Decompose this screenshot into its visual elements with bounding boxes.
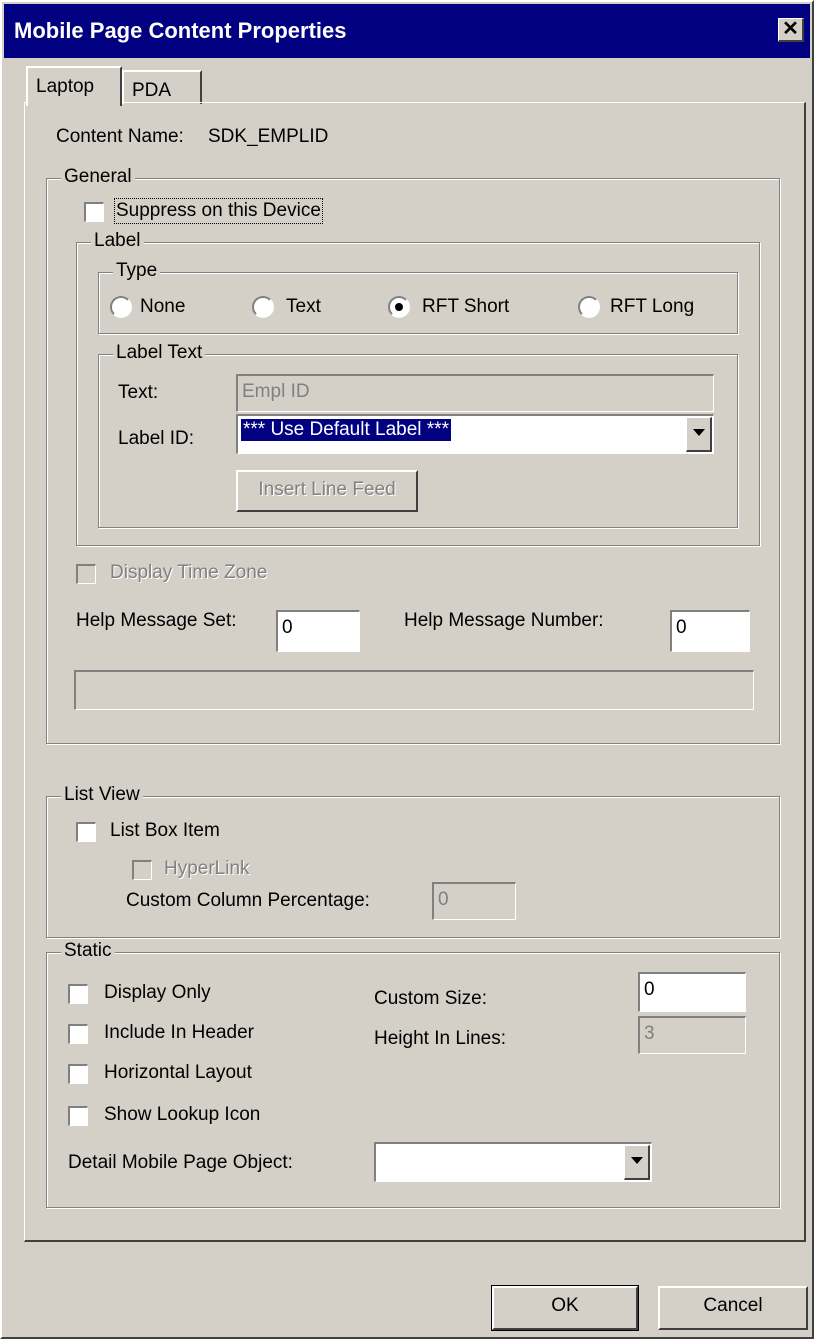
custom-column-percentage-value: 0 xyxy=(438,889,449,910)
help-message-number-label: Help Message Number: xyxy=(404,610,604,631)
list-view-group: List View xyxy=(46,784,780,938)
custom-size-label: Custom Size: xyxy=(374,988,487,1009)
radio-selected-dot xyxy=(395,303,403,311)
radio-text-label: Text xyxy=(286,296,321,317)
static-legend: Static xyxy=(61,940,115,962)
detail-dropdown-button[interactable] xyxy=(624,1145,650,1180)
hyperlink-label: HyperLink xyxy=(164,858,250,879)
display-only-label: Display Only xyxy=(104,982,211,1003)
detail-mobile-page-object-label: Detail Mobile Page Object: xyxy=(68,1152,293,1173)
content-name-value: SDK_EMPLID xyxy=(208,126,329,147)
label-id-dropdown[interactable]: *** Use Default Label *** xyxy=(236,414,714,454)
list-box-item-label: List Box Item xyxy=(110,820,220,841)
horizontal-layout-label: Horizontal Layout xyxy=(104,1062,252,1083)
general-legend: General xyxy=(61,166,135,188)
window-title: Mobile Page Content Properties xyxy=(14,18,347,43)
radio-none[interactable] xyxy=(110,296,132,318)
custom-column-percentage-input: 0 xyxy=(432,882,516,920)
help-message-set-value: 0 xyxy=(282,617,293,638)
text-field: Empl ID xyxy=(236,374,714,412)
ok-label: OK xyxy=(551,1295,579,1316)
cancel-label: Cancel xyxy=(703,1295,763,1316)
insert-line-feed-label: Insert Line Feed xyxy=(258,479,396,500)
radio-none-label: None xyxy=(140,296,186,317)
label-id-label: Label ID: xyxy=(118,428,195,449)
height-in-lines-input: 3 xyxy=(638,1016,746,1054)
chevron-down-icon xyxy=(631,1157,643,1164)
tab-pda-label: PDA xyxy=(132,80,172,101)
label-legend: Label xyxy=(91,230,144,252)
include-in-header-checkbox[interactable] xyxy=(68,1024,88,1044)
include-in-header-label: Include In Header xyxy=(104,1022,254,1043)
cancel-button[interactable]: Cancel xyxy=(658,1286,808,1330)
list-view-legend: List View xyxy=(61,784,143,806)
radio-rft-short[interactable] xyxy=(388,296,410,318)
horizontal-layout-checkbox[interactable] xyxy=(68,1064,88,1084)
chevron-down-icon xyxy=(693,429,705,436)
radio-text[interactable] xyxy=(252,296,274,318)
insert-line-feed-button: Insert Line Feed xyxy=(236,470,418,512)
height-in-lines-label: Height In Lines: xyxy=(374,1028,507,1049)
help-message-set-input[interactable]: 0 xyxy=(276,610,360,652)
content-name-label: Content Name: xyxy=(56,126,184,147)
help-message-set-label: Help Message Set: xyxy=(76,610,237,631)
help-message-number-value: 0 xyxy=(676,617,687,638)
label-id-value: *** Use Default Label *** xyxy=(241,419,451,441)
custom-size-value: 0 xyxy=(644,979,655,1000)
text-field-value: Empl ID xyxy=(242,381,310,402)
height-in-lines-value: 3 xyxy=(644,1023,655,1044)
type-legend: Type xyxy=(113,260,161,282)
radio-rft-short-label: RFT Short xyxy=(422,296,510,317)
detail-mobile-page-object-dropdown[interactable] xyxy=(374,1142,652,1182)
title-bar[interactable]: Mobile Page Content Properties ✕ xyxy=(4,4,810,58)
tab-pda[interactable]: PDA xyxy=(122,70,202,104)
tab-laptop[interactable]: Laptop xyxy=(26,66,122,106)
display-time-zone-checkbox xyxy=(76,564,96,584)
list-box-item-checkbox[interactable] xyxy=(76,822,96,842)
text-field-label: Text: xyxy=(118,382,159,403)
display-time-zone-label: Display Time Zone xyxy=(110,562,268,583)
suppress-checkbox[interactable] xyxy=(84,202,104,222)
custom-column-percentage-label: Custom Column Percentage: xyxy=(126,890,370,911)
show-lookup-icon-checkbox[interactable] xyxy=(68,1106,88,1126)
tab-laptop-label: Laptop xyxy=(36,76,95,97)
custom-size-input[interactable]: 0 xyxy=(638,972,746,1012)
label-id-dropdown-button[interactable] xyxy=(686,417,712,452)
radio-rft-long[interactable] xyxy=(578,296,600,318)
close-icon: ✕ xyxy=(782,18,799,40)
display-only-checkbox[interactable] xyxy=(68,984,88,1004)
message-text-display xyxy=(74,670,754,710)
radio-rft-long-label: RFT Long xyxy=(610,296,695,317)
dialog-window: Mobile Page Content Properties ✕ Laptop … xyxy=(0,0,814,1339)
suppress-label[interactable]: Suppress on this Device xyxy=(114,198,323,224)
label-text-legend: Label Text xyxy=(113,342,206,364)
ok-button[interactable]: OK xyxy=(491,1285,639,1331)
show-lookup-icon-label: Show Lookup Icon xyxy=(104,1104,261,1125)
help-message-number-input[interactable]: 0 xyxy=(670,610,750,652)
hyperlink-checkbox xyxy=(132,860,152,880)
close-button[interactable]: ✕ xyxy=(778,18,804,42)
